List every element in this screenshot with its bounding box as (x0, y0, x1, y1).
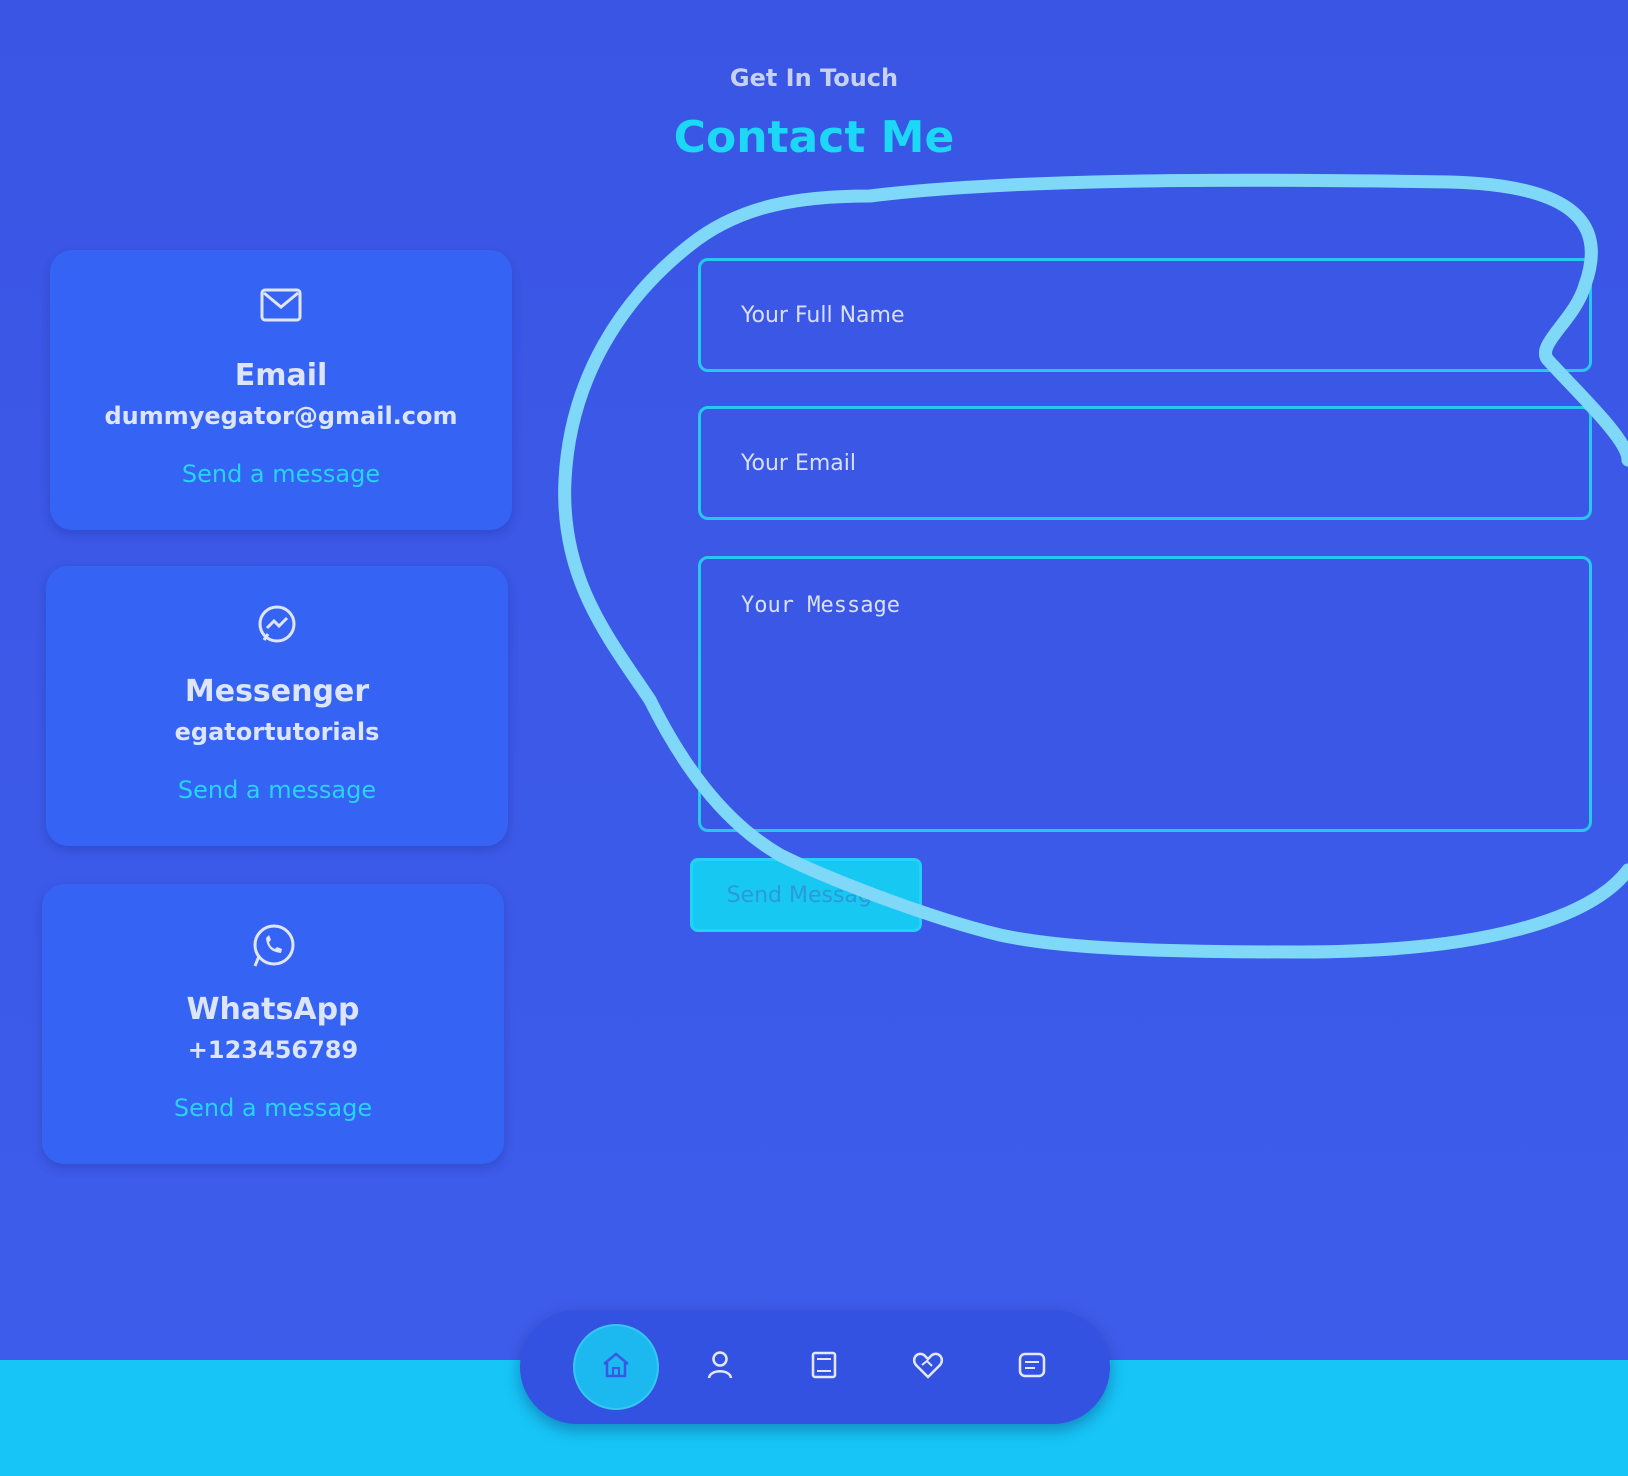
contact-page: Get In Touch Contact Me Email dummyegato… (0, 0, 1628, 1476)
bottom-nav (520, 1310, 1110, 1424)
nav-contact[interactable] (982, 1310, 1082, 1424)
nav-home[interactable] (566, 1310, 666, 1424)
nav-about[interactable] (670, 1310, 770, 1424)
nav-services[interactable] (878, 1310, 978, 1424)
book-icon (810, 1350, 838, 1384)
nav-experience[interactable] (774, 1310, 874, 1424)
highlight-scribble (558, 173, 1628, 959)
message-square-icon (1017, 1351, 1047, 1383)
home-icon (601, 1351, 631, 1383)
heart-handshake-icon (912, 1351, 944, 1383)
user-icon (706, 1350, 734, 1384)
nav-home-active-indicator (575, 1326, 657, 1408)
